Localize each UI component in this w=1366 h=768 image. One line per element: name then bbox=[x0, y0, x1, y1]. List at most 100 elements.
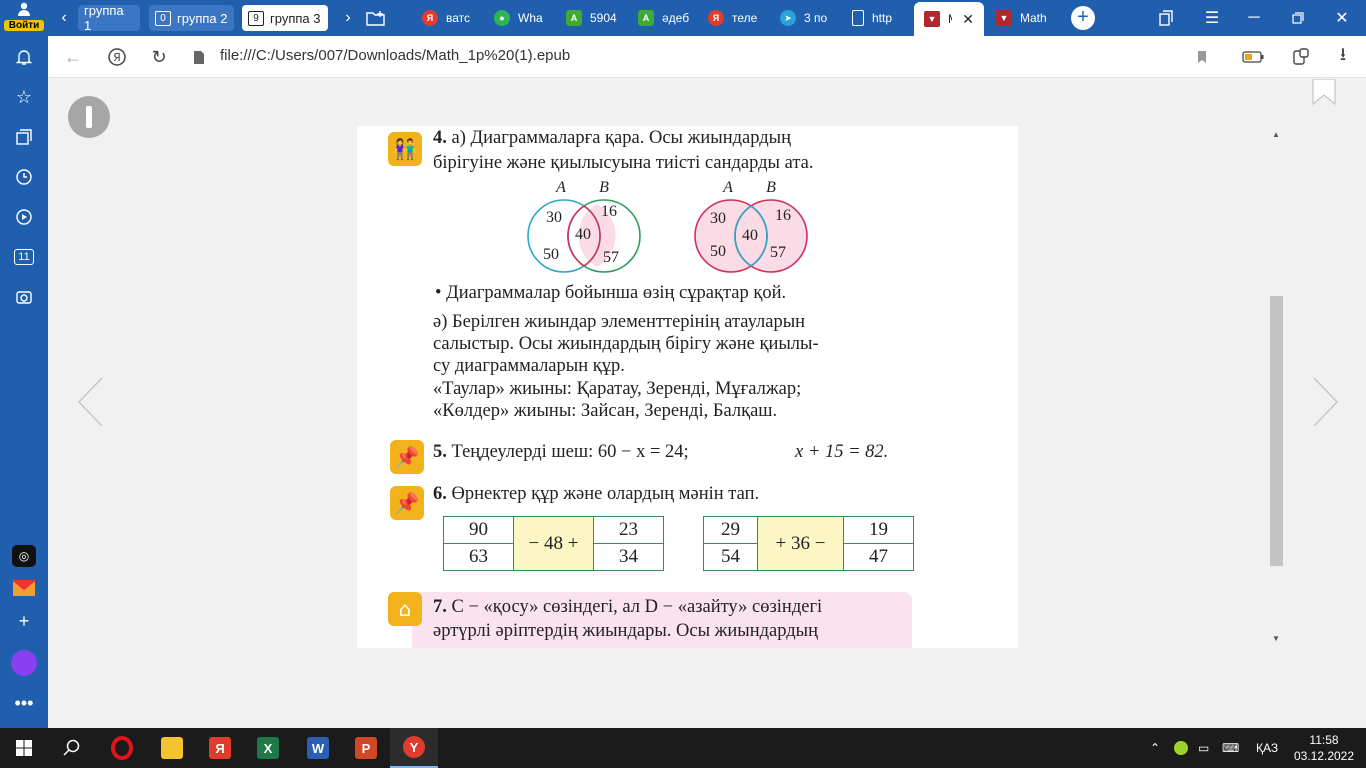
bullet-question: • Диаграммалар бойынша өзің сұрақтар қой… bbox=[435, 283, 787, 303]
minimize-icon[interactable]: ─ bbox=[1240, 0, 1268, 36]
extensions-icon[interactable] bbox=[1288, 36, 1314, 78]
tray-app-icon[interactable] bbox=[1174, 728, 1188, 768]
user-icon bbox=[18, 2, 30, 16]
notes-counter-icon[interactable]: 11 bbox=[0, 242, 48, 272]
powerpoint-icon[interactable]: P bbox=[342, 728, 390, 768]
yandex-icon: Я bbox=[708, 10, 724, 26]
tabs-collection-icon[interactable] bbox=[1152, 0, 1180, 36]
alice-icon[interactable] bbox=[0, 648, 48, 678]
browser-tab[interactable]: http bbox=[842, 0, 912, 36]
new-group-icon[interactable] bbox=[364, 0, 388, 36]
chevron-right-icon[interactable]: › bbox=[340, 0, 356, 36]
venn-value: 30 bbox=[710, 210, 726, 227]
tray-chevron-icon[interactable]: ⌃ bbox=[1150, 728, 1160, 768]
login-button[interactable]: Войти bbox=[4, 20, 44, 31]
pin-icon: 📌 bbox=[390, 440, 424, 474]
a-green-icon: A bbox=[638, 10, 654, 26]
venn-value: 40 bbox=[742, 227, 758, 244]
table-cell: 23 bbox=[593, 516, 664, 544]
profile-login[interactable]: Войти bbox=[4, 2, 44, 31]
next-page-arrow-icon[interactable] bbox=[1310, 376, 1340, 428]
browser-tab-active[interactable]: ▼ M ✕ bbox=[914, 2, 984, 36]
close-icon[interactable]: ✕ bbox=[962, 11, 974, 28]
chevron-left-icon[interactable]: ‹ bbox=[56, 0, 72, 36]
file-icon bbox=[852, 10, 864, 26]
page-scrollbar[interactable]: ▲ ▼ bbox=[1268, 126, 1284, 648]
counter-badge: 11 bbox=[14, 249, 34, 265]
notification-icon[interactable]: ▭ bbox=[1198, 728, 1209, 768]
reload-icon[interactable]: ↻ bbox=[146, 36, 172, 78]
browser-tab[interactable]: ● Wha bbox=[484, 0, 556, 36]
epub-icon: ▼ bbox=[996, 10, 1012, 26]
search-icon[interactable] bbox=[48, 728, 96, 768]
previous-page-arrow-icon[interactable] bbox=[76, 376, 106, 428]
yandex-icon[interactable]: Я bbox=[104, 36, 130, 78]
task-number: 7. bbox=[433, 597, 447, 617]
browser-tab[interactable]: Яватс bbox=[412, 0, 482, 36]
close-window-icon[interactable]: ✕ bbox=[1328, 0, 1356, 36]
epub-icon: ▼ bbox=[924, 11, 940, 27]
venn-value: 30 bbox=[546, 209, 562, 226]
task-7-line-2: әртүрлі әріптердің жиындары. Осы жиындар… bbox=[433, 621, 819, 641]
venn-diagram: A B 30 50 40 16 57 bbox=[527, 179, 641, 273]
excel-icon[interactable]: X bbox=[244, 728, 292, 768]
battery-saver-icon[interactable] bbox=[1240, 36, 1266, 78]
tab-group-1[interactable]: группа 1 bbox=[78, 3, 140, 33]
table-cell: 54 bbox=[703, 543, 758, 571]
bookmark-icon[interactable] bbox=[1312, 78, 1336, 106]
browser-tab[interactable]: ▼ Math bbox=[986, 0, 1064, 36]
browser-tab[interactable]: ➤ 3 по bbox=[770, 0, 842, 36]
play-icon[interactable] bbox=[0, 202, 48, 232]
pin-icon: 📌 bbox=[390, 486, 424, 520]
word-icon[interactable]: W bbox=[294, 728, 342, 768]
browser-tab[interactable]: Aәдеб bbox=[628, 0, 700, 36]
add-panel-icon[interactable]: + bbox=[0, 606, 48, 636]
back-icon[interactable]: ← bbox=[60, 36, 86, 78]
tab-group-2[interactable]: 0 группа 2 bbox=[149, 5, 234, 31]
tab-strip: ‹ группа 1 0 группа 2 9 группа 3 › Яватс ●… bbox=[0, 0, 1366, 36]
bell-icon[interactable] bbox=[0, 42, 48, 72]
tab-title: Math bbox=[1020, 11, 1047, 25]
alice-camera-icon[interactable]: ◎ bbox=[0, 541, 48, 571]
collections-icon[interactable] bbox=[0, 122, 48, 152]
scroll-up-icon[interactable]: ▲ bbox=[1272, 130, 1280, 139]
tab-title: M bbox=[948, 12, 952, 26]
history-icon[interactable] bbox=[0, 162, 48, 192]
mail-icon[interactable] bbox=[0, 573, 48, 603]
task-text: а) Диаграммаларға қара. Осы жиындардың bbox=[451, 128, 791, 148]
restore-icon[interactable] bbox=[1284, 0, 1312, 36]
new-tab-button[interactable]: + bbox=[1071, 6, 1095, 30]
set-b-label: B bbox=[766, 179, 776, 196]
home-task-icon: ⌂ bbox=[388, 592, 422, 626]
scroll-down-icon[interactable]: ▼ bbox=[1272, 634, 1280, 643]
yandex-browser-icon[interactable]: Я bbox=[196, 728, 244, 768]
yandex-icon: Я bbox=[422, 10, 438, 26]
tab-title: ватс bbox=[446, 11, 471, 25]
menu-icon[interactable]: ☰ bbox=[1198, 0, 1226, 36]
browser-tab[interactable]: Ятеле bbox=[698, 0, 770, 36]
file-explorer-icon[interactable] bbox=[148, 728, 196, 768]
task-4b-line: «Көлдер» жиыны: Зайсан, Зеренді, Балқаш. bbox=[433, 401, 778, 421]
bookmark-icon[interactable] bbox=[1190, 36, 1214, 78]
clock[interactable]: 11:58 03.12.2022 bbox=[1286, 732, 1362, 764]
sidebar: Войти ☆ 11 ◎ + ••• bbox=[0, 2, 48, 728]
windows-start-icon[interactable] bbox=[0, 728, 48, 768]
star-icon[interactable]: ☆ bbox=[0, 82, 48, 112]
language-indicator[interactable]: ҚАЗ bbox=[1256, 728, 1278, 768]
venn-value: 40 bbox=[575, 226, 591, 243]
url-field[interactable]: file:///C:/Users/007/Downloads/Math_1p%2… bbox=[220, 47, 570, 64]
expression-table-1: 90 − 48 + 23 63 34 bbox=[443, 516, 664, 571]
yandex-taskbar-icon[interactable]: Y bbox=[390, 728, 438, 768]
opera-icon[interactable] bbox=[98, 728, 146, 768]
pause-button[interactable] bbox=[68, 96, 110, 138]
scroll-thumb[interactable] bbox=[1270, 296, 1283, 566]
browser-tab[interactable]: A 5904 bbox=[556, 0, 628, 36]
set-b-label: B bbox=[599, 179, 609, 196]
tab-group-3[interactable]: 9 группа 3 bbox=[242, 5, 328, 31]
task-number: 5. bbox=[433, 442, 447, 462]
more-icon[interactable]: ••• bbox=[0, 688, 48, 718]
venn-value: 50 bbox=[710, 243, 726, 260]
screenshot-icon[interactable] bbox=[0, 282, 48, 312]
keyboard-icon[interactable]: ⌨ bbox=[1222, 728, 1239, 768]
download-icon[interactable]: ⭳ bbox=[1330, 36, 1356, 78]
